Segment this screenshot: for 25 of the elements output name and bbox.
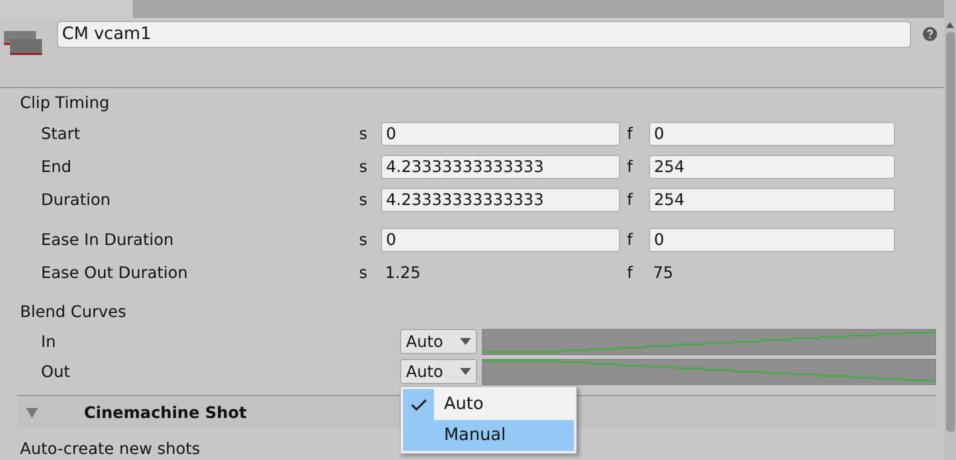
field-label: In <box>40 330 57 353</box>
field-label: Auto-create new shots <box>19 438 200 460</box>
field-label: End <box>40 156 72 178</box>
frames-unit: f <box>626 123 634 146</box>
frames-unit: f <box>626 156 634 178</box>
seconds-unit: s <box>359 262 368 284</box>
section-title: Cinemachine Shot <box>84 402 247 424</box>
frames-value: 75 <box>652 262 674 284</box>
frames-unit: f <box>626 188 634 211</box>
seconds-value: 1.25 <box>384 262 422 284</box>
seconds-unit: s <box>359 156 368 178</box>
seconds-unit: s <box>359 123 368 146</box>
frames-unit: f <box>626 262 634 284</box>
field-label: Out <box>40 360 72 383</box>
field-label: Ease In Duration <box>40 229 175 252</box>
section-title: Blend Curves <box>19 301 128 324</box>
seconds-unit: s <box>359 229 368 252</box>
field-label: Ease Out Duration <box>40 262 189 284</box>
section-title: Clip Timing <box>19 92 110 114</box>
menu-item-label: Manual <box>444 424 506 447</box>
menu-item-label: Auto <box>444 392 484 416</box>
field-label: Duration <box>40 188 112 211</box>
seconds-unit: s <box>359 188 368 211</box>
frames-unit: f <box>626 229 634 252</box>
field-label: Start <box>40 123 82 146</box>
